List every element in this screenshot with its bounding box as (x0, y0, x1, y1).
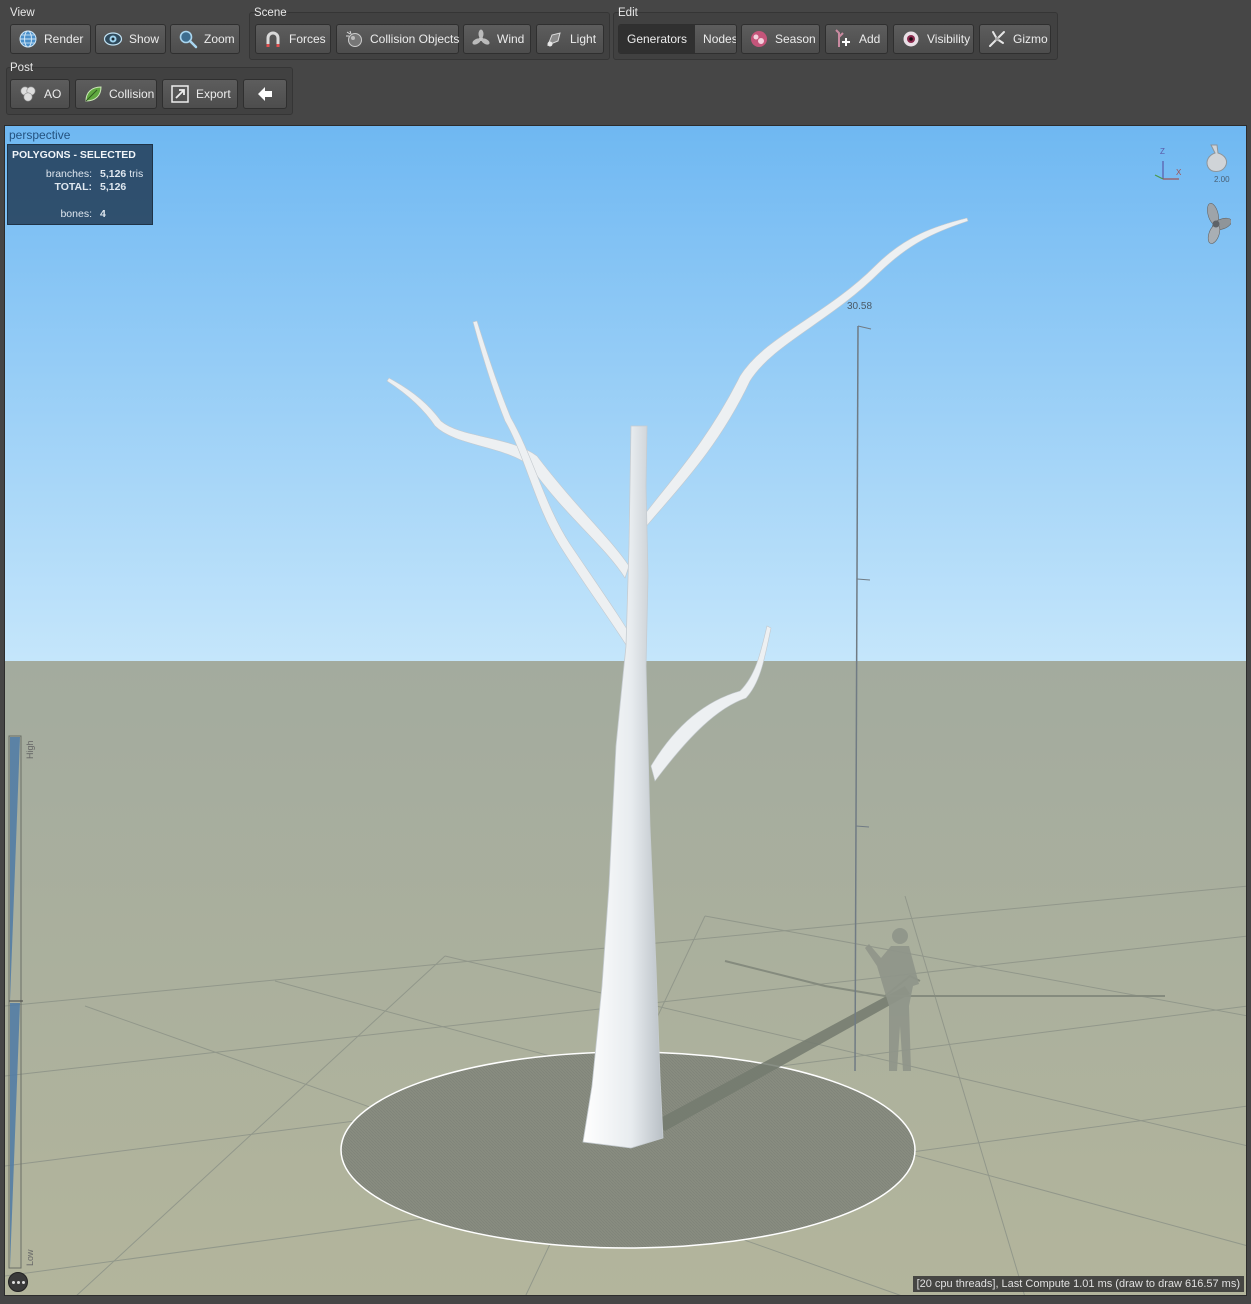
polygon-stats-panel: POLYGONS - SELECTED branches: 5,126 tris… (7, 144, 153, 225)
total-value: 5,126 (100, 181, 127, 193)
status-bar: [20 cpu threads], Last Compute 1.01 ms (… (912, 1276, 1244, 1292)
scene-group-label: Scene (254, 7, 287, 19)
lod-low-label: Low (25, 1249, 35, 1266)
forces-label: Forces (289, 32, 326, 46)
magnet-icon (262, 28, 284, 50)
lod-high-label: High (25, 740, 35, 759)
axis-x-label: X (1176, 168, 1182, 177)
height-marker: 30.58 (847, 301, 873, 312)
more-options-button[interactable] (8, 1272, 28, 1292)
scene-render (5, 126, 1246, 1295)
branches-unit: tris (129, 168, 144, 180)
lamp-icon (543, 28, 565, 50)
3d-viewport[interactable]: perspective POLYGONS - SELECTED branches… (4, 125, 1247, 1296)
generators-tab[interactable]: Generators (619, 25, 696, 53)
light-zoom-value: 2.00 (1214, 175, 1230, 184)
export-button[interactable]: Export (162, 79, 238, 109)
zoom-label: Zoom (204, 32, 235, 46)
eye-icon (102, 28, 124, 50)
forces-button[interactable]: Forces (255, 24, 331, 54)
collision-label: Collision (109, 87, 155, 101)
ao-icon (17, 83, 39, 105)
bones-value: 4 (100, 208, 106, 220)
show-label: Show (129, 32, 160, 46)
wind-label: Wind (497, 32, 525, 46)
season-icon (748, 28, 770, 50)
view-group-label: View (10, 7, 35, 19)
leaf-icon (82, 83, 104, 105)
export-label: Export (196, 87, 231, 101)
branches-value: 5,126 (100, 168, 127, 180)
globe-icon (17, 28, 39, 50)
collision-button[interactable]: Collision (75, 79, 157, 109)
add-label: Add (859, 32, 881, 46)
add-button[interactable]: Add (825, 24, 888, 54)
zoom-button[interactable]: Zoom (170, 24, 240, 54)
visibility-label: Visibility (927, 32, 971, 46)
visibility-eye-icon (900, 28, 922, 50)
camera-label[interactable]: perspective (9, 128, 70, 142)
light-button[interactable]: Light (536, 24, 604, 54)
export-icon (169, 83, 191, 105)
fan-widget-icon[interactable] (1201, 202, 1232, 249)
magnifier-icon (177, 28, 199, 50)
nodes-tab[interactable]: Nodes (695, 25, 736, 53)
stats-header: POLYGONS - SELECTED (12, 149, 136, 161)
wind-button[interactable]: Wind (463, 24, 531, 54)
gizmo-button[interactable]: Gizmo (979, 24, 1051, 54)
collision-objects-button[interactable]: Collision Objects (336, 24, 459, 54)
post-group-label: Post (10, 62, 34, 74)
edit-mode-toggle: Generators Nodes (618, 24, 737, 54)
add-branch-icon (832, 28, 854, 50)
fan-icon (470, 28, 492, 50)
show-button[interactable]: Show (95, 24, 166, 54)
visibility-button[interactable]: Visibility (893, 24, 974, 54)
ao-button[interactable]: AO (10, 79, 70, 109)
edit-group-label: Edit (618, 7, 638, 19)
season-label: Season (775, 32, 816, 46)
render-label: Render (44, 32, 84, 46)
light-label: Light (570, 32, 597, 46)
back-arrow-icon (255, 84, 275, 104)
branches-label: branches: (45, 168, 92, 180)
collision-objects-label: Collision Objects (370, 32, 460, 46)
axis-z-label: Z (1160, 147, 1165, 156)
gizmo-icon (986, 28, 1008, 50)
ao-label: AO (44, 87, 62, 101)
total-label: TOTAL: (54, 181, 92, 193)
collision-icon (343, 28, 365, 50)
back-button[interactable] (243, 79, 287, 109)
render-button[interactable]: Render (10, 24, 91, 54)
bones-label: bones: (60, 208, 92, 220)
lightbulb-icon[interactable] (1203, 143, 1231, 178)
season-button[interactable]: Season (741, 24, 820, 54)
gizmo-label: Gizmo (1013, 32, 1048, 46)
